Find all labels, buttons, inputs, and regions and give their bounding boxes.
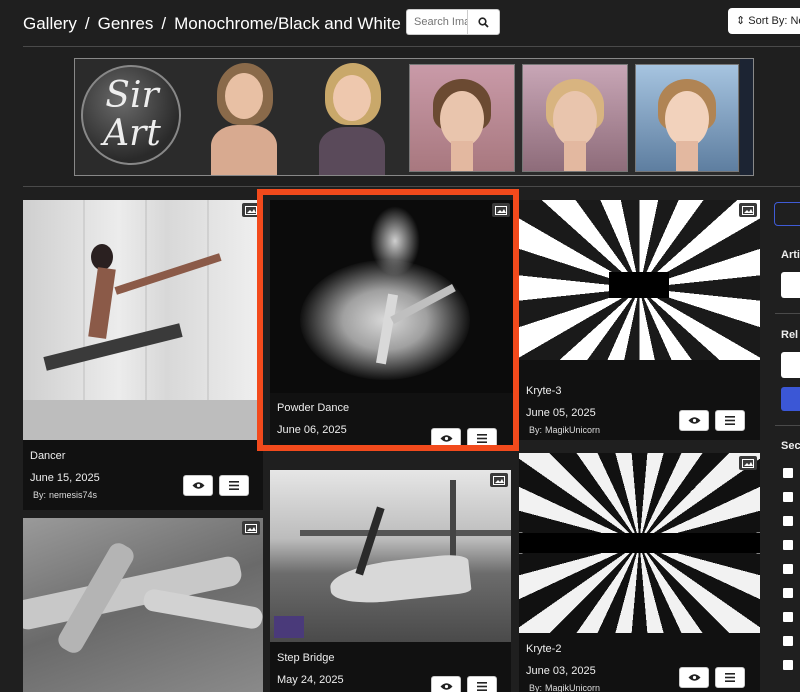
view-button[interactable] [679,667,709,688]
artist-field[interactable] [781,272,800,298]
sidebar-toggle-button[interactable] [774,202,800,226]
menu-icon [229,481,239,490]
image-icon [490,473,508,487]
filter-checkbox[interactable] [783,660,793,670]
card-image[interactable] [270,470,511,642]
card-date: June 15, 2025 [30,472,100,484]
search-button[interactable] [467,9,500,35]
sort-label: Sort By: Newest [748,15,800,27]
filter-checkbox[interactable] [783,588,793,598]
menu-button[interactable] [219,475,249,496]
card-title[interactable]: Step Bridge [277,652,334,664]
logo-line1: Sir [105,75,159,116]
eye-icon [440,683,452,690]
image-icon [242,521,260,535]
filter-checkbox[interactable] [783,564,793,574]
breadcrumb-genres-link[interactable]: Genres [98,14,154,33]
view-button[interactable] [431,676,461,692]
card-title[interactable]: Kryte-2 [526,643,561,655]
gallery-card[interactable] [23,518,263,692]
logo-line2: Art [103,113,161,154]
menu-button[interactable] [467,676,497,692]
filter-checkbox[interactable] [783,516,793,526]
card-title[interactable]: Dancer [30,450,65,462]
card-author: By: MagikUnicorn [529,425,601,435]
divider [23,186,800,187]
filter-checkbox[interactable] [783,468,793,478]
banner-portrait [522,64,628,172]
author-link[interactable]: MagikUnicorn [545,425,600,435]
sort-icon: ⇕ [736,15,746,27]
sort-dropdown[interactable]: ⇕ Sort By: Newest [728,8,800,34]
breadcrumb: Gallery / Genres / Monochrome/Black and Whit… [23,14,401,34]
breadcrumb-separator: / [84,14,90,33]
menu-button[interactable] [715,667,745,688]
eye-icon [688,417,700,424]
search-icon [478,16,489,28]
menu-icon [725,673,735,682]
apply-button[interactable] [781,387,800,411]
breadcrumb-separator: / [161,14,167,33]
card-author: By: MagikUnicorn [529,683,601,692]
author-link[interactable]: MagikUnicorn [545,683,600,692]
image-icon [739,203,757,217]
filter-checkbox[interactable] [783,612,793,622]
card-image[interactable] [23,518,263,692]
release-field[interactable] [781,352,800,378]
card-title[interactable]: Kryte-3 [526,385,561,397]
eye-icon [192,482,204,489]
card-date: May 24, 2025 [277,674,344,686]
banner-figure [203,59,283,175]
divider [775,425,800,426]
view-button[interactable] [183,475,213,496]
eye-icon [688,674,700,681]
breadcrumb-current: Monochrome/Black and White [174,14,401,33]
image-icon [739,456,757,470]
sidebar-release-label: Rel [781,329,799,341]
gallery-card[interactable]: Step Bridge May 24, 2025 [270,470,511,692]
author-link[interactable]: nemesis74s [49,490,97,500]
divider [775,313,800,314]
search-form [406,9,500,35]
view-button[interactable] [679,410,709,431]
banner-logo-text: Sir Art [87,77,177,153]
search-input[interactable] [406,9,467,35]
divider [23,46,800,47]
filter-checkbox[interactable] [783,540,793,550]
menu-icon [725,416,735,425]
menu-button[interactable] [715,410,745,431]
card-date: June 03, 2025 [526,665,596,677]
card-image[interactable] [519,453,760,633]
card-image[interactable] [23,200,263,440]
card-image[interactable] [519,200,760,360]
menu-icon [477,682,487,691]
gallery-card[interactable]: Kryte-2 June 03, 2025 By: MagikUnicorn [519,453,760,692]
banner-city [740,59,753,175]
banner-portrait [635,64,739,172]
filter-checkbox[interactable] [783,492,793,502]
banner: Sir Art [74,58,754,176]
banner-figure [311,59,391,175]
filter-checkbox[interactable] [783,636,793,646]
banner-portrait [409,64,515,172]
sidebar-artist-label: Arti [781,249,800,261]
card-date: June 05, 2025 [526,407,596,419]
gallery-card[interactable]: Kryte-3 June 05, 2025 By: MagikUnicorn [519,200,760,440]
sidebar-section-label: Sec [781,440,800,452]
card-author: By: nemesis74s [33,490,98,500]
breadcrumb-gallery-link[interactable]: Gallery [23,14,77,33]
selection-highlight [257,189,519,451]
gallery-card[interactable]: Dancer June 15, 2025 By: nemesis74s [23,200,263,510]
